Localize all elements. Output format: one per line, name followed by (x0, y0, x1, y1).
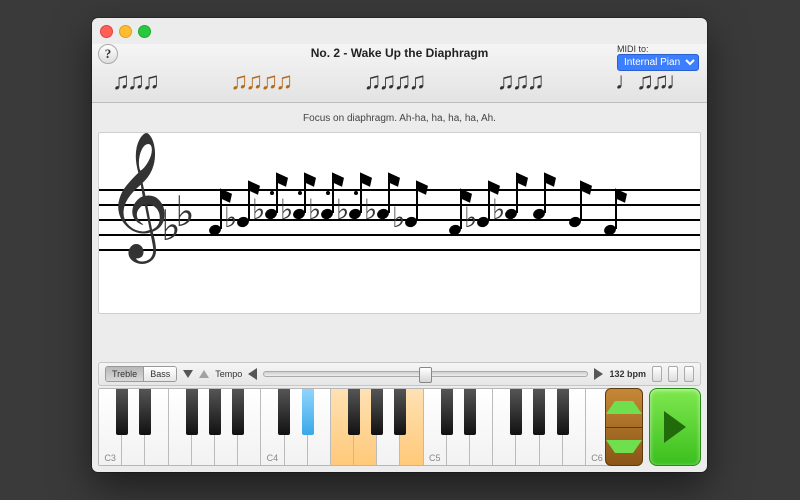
minimize-icon[interactable] (119, 25, 132, 38)
black-key[interactable] (348, 389, 360, 435)
exercise-thumb-4[interactable]: ♩♫♫♩ (615, 72, 687, 92)
tune-icon[interactable] (684, 366, 694, 382)
black-key[interactable] (302, 389, 314, 435)
score-area: 𝄞 ♭ ♭ ♭♭♭♭♭♭♭♭♭ (98, 132, 701, 314)
exercise-thumb-0[interactable]: ♫♫♫ (112, 72, 157, 92)
tempo-label: Tempo (215, 369, 242, 379)
zoom-icon[interactable] (138, 25, 151, 38)
note (604, 179, 626, 239)
black-key[interactable] (557, 389, 569, 435)
black-key[interactable] (464, 389, 476, 435)
black-key[interactable] (441, 389, 453, 435)
black-key[interactable] (186, 389, 198, 435)
step-down-button[interactable] (606, 427, 642, 466)
piano-keyboard[interactable]: C3C4C5C6 (98, 388, 610, 466)
control-bar: Treble Bass Tempo 132 bpm (98, 362, 701, 386)
exercise-thumb-1[interactable]: ♫♫♫♫ (230, 72, 290, 92)
clef-treble-button[interactable]: Treble (106, 367, 144, 381)
transport-buttons (605, 388, 701, 466)
clef-segment[interactable]: Treble Bass (105, 366, 177, 382)
transpose-up-icon[interactable] (199, 370, 209, 378)
staff: 𝄞 ♭ ♭ ♭♭♭♭♭♭♭♭♭ (99, 189, 700, 249)
tempo-knob[interactable] (419, 367, 432, 383)
note: ♭ (405, 179, 427, 239)
page-title: No. 2 - Wake Up the Diaphragm (92, 46, 707, 60)
clef-bass-button[interactable]: Bass (144, 367, 176, 381)
black-key[interactable] (209, 389, 221, 435)
play-icon (664, 411, 686, 443)
exercise-subtitle: Focus on diaphragm. Ah-ha, ha, ha, ha, A… (92, 103, 707, 124)
metronome-icon[interactable] (668, 366, 678, 382)
titlebar (92, 18, 707, 44)
key-flat-icon: ♭ (175, 187, 195, 237)
tempo-inc-icon[interactable] (594, 368, 603, 380)
black-key[interactable] (139, 389, 151, 435)
tempo-dec-icon[interactable] (248, 368, 257, 380)
black-key[interactable] (533, 389, 545, 435)
tempo-slider[interactable] (263, 371, 588, 377)
play-button[interactable] (649, 388, 701, 466)
midi-label: MIDI to: (617, 44, 699, 54)
exercise-thumb-3[interactable]: ♫♫♫ (497, 72, 542, 92)
black-key[interactable] (232, 389, 244, 435)
note (569, 179, 591, 239)
note: ♭ (505, 179, 527, 239)
black-key[interactable] (116, 389, 128, 435)
note-tool-icon[interactable] (652, 366, 662, 382)
key-stepper[interactable] (605, 388, 643, 466)
black-key[interactable] (371, 389, 383, 435)
black-key[interactable] (278, 389, 290, 435)
header-bar: ? No. 2 - Wake Up the Diaphragm MIDI to:… (92, 44, 707, 103)
close-icon[interactable] (100, 25, 113, 38)
app-window: ? No. 2 - Wake Up the Diaphragm MIDI to:… (92, 18, 707, 472)
exercise-thumbs: ♫♫♫♫♫♫♫♫♫♫♫♫♫♫♩♫♫♩ (112, 65, 687, 99)
transpose-down-icon[interactable] (183, 370, 193, 378)
note (533, 179, 555, 239)
tempo-readout: 132 bpm (609, 369, 646, 379)
exercise-thumb-2[interactable]: ♫♫♫♫ (364, 72, 424, 92)
black-key[interactable] (510, 389, 522, 435)
step-up-button[interactable] (606, 389, 642, 427)
black-key[interactable] (394, 389, 406, 435)
